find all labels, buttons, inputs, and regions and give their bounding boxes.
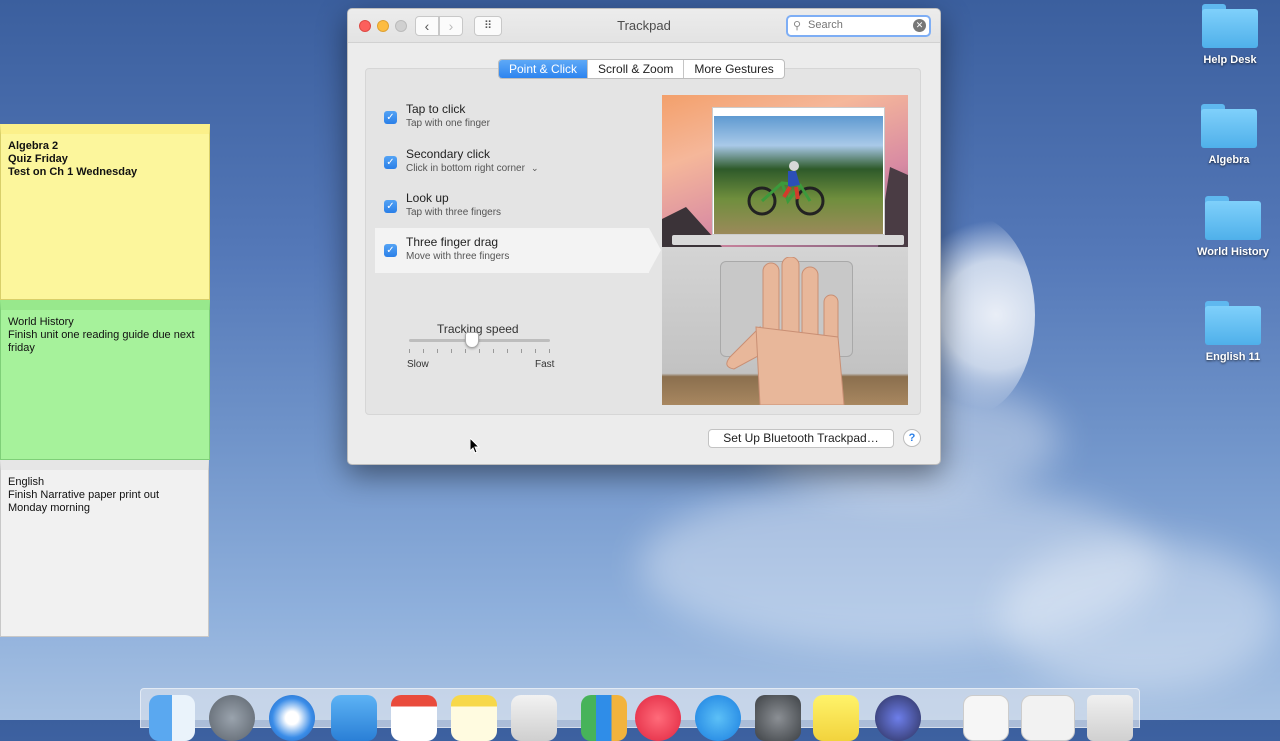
sticky-note-algebra[interactable]: Algebra 2 Quiz Friday Test on Ch 1 Wedne… [0, 124, 210, 300]
trackpad-window: ‹ › ⠿ Trackpad ⚲ ✕ ✓ Tap to click Tap wi… [347, 8, 941, 465]
mail-icon[interactable] [331, 695, 377, 741]
document-icon[interactable] [963, 695, 1009, 741]
setup-bluetooth-trackpad-button[interactable]: Set Up Bluetooth Trackpad… [708, 429, 894, 448]
note-text[interactable]: English Finish Narrative paper print out… [8, 476, 201, 515]
checkbox-tap-to-click[interactable]: ✓ [384, 111, 397, 124]
app-store-icon[interactable] [695, 695, 741, 741]
clear-icon[interactable]: ✕ [913, 19, 926, 32]
option-secondary-click[interactable]: ✓ Secondary click Click in bottom right … [375, 140, 649, 185]
option-label: Tap to click [406, 102, 466, 116]
stickies-icon[interactable] [813, 695, 859, 741]
option-label: Look up [406, 191, 449, 205]
checkbox-secondary-click[interactable]: ✓ [384, 156, 397, 169]
sticky-note-english[interactable]: English Finish Narrative paper print out… [0, 460, 209, 637]
tab-point-click[interactable]: Point & Click [499, 60, 588, 78]
folder-label: Algebra [1208, 154, 1250, 166]
search-input[interactable] [806, 18, 906, 32]
tab-more-gestures[interactable]: More Gestures [683, 60, 783, 78]
quicktime-icon[interactable] [875, 695, 921, 741]
launchpad-icon[interactable] [209, 695, 255, 741]
system-preferences-icon[interactable] [755, 695, 801, 741]
preview-trackpad-area [662, 247, 908, 405]
desktop-folder-help-desk[interactable]: Help Desk [1180, 4, 1280, 66]
search-icon: ⚲ [793, 20, 802, 32]
folder-icon [1205, 301, 1261, 345]
window-thumbnail-icon[interactable] [1021, 695, 1075, 741]
tracking-speed-slider[interactable] [409, 339, 550, 342]
desktop-folder-english-11[interactable]: English 11 [1183, 301, 1280, 363]
calendar-icon[interactable] [391, 695, 437, 741]
slider-ticks [409, 349, 550, 353]
folder-label: Help Desk [1203, 54, 1257, 66]
tab-scroll-zoom[interactable]: Scroll & Zoom [587, 60, 683, 78]
itunes-icon[interactable] [635, 695, 681, 741]
note-text[interactable]: World History Finish unit one reading gu… [8, 316, 202, 355]
desktop-folder-world-history[interactable]: World History [1183, 196, 1280, 258]
fast-label: Fast [535, 359, 555, 370]
titlebar[interactable]: ‹ › ⠿ Trackpad ⚲ ✕ [348, 9, 940, 43]
option-three-finger-drag[interactable]: ✓ Three finger drag Move with three fing… [375, 228, 661, 273]
cloud [1000, 540, 1280, 690]
option-subtitle: Click in bottom right corner [406, 163, 525, 174]
preview-app-icon[interactable] [511, 695, 557, 741]
gesture-preview-video [662, 95, 908, 405]
trash-icon[interactable] [1087, 695, 1133, 741]
help-button[interactable]: ? [903, 429, 921, 447]
settings-panel: ✓ Tap to click Tap with one finger ✓ Sec… [365, 68, 921, 415]
hand-icon [726, 257, 845, 405]
desktop-folder-algebra[interactable]: Algebra [1179, 104, 1279, 166]
secondary-click-dropdown[interactable]: Click in bottom right corner ⌄ [406, 163, 538, 174]
option-subtitle: Tap with one finger [406, 118, 490, 129]
mouse-cursor-icon [470, 438, 480, 454]
folder-icon [1202, 4, 1258, 48]
sticky-note-world-history[interactable]: World History Finish unit one reading gu… [0, 300, 210, 460]
bicycle-rider-image [747, 161, 825, 216]
numbers-icon[interactable] [581, 695, 627, 741]
option-label: Secondary click [406, 147, 491, 161]
option-look-up[interactable]: ✓ Look up Tap with three fingers [375, 184, 649, 229]
option-tap-to-click[interactable]: ✓ Tap to click Tap with one finger [375, 95, 649, 140]
search-field[interactable]: ⚲ ✕ [786, 15, 931, 37]
slider-thumb[interactable] [465, 332, 480, 348]
preview-desktop [662, 95, 908, 247]
folder-icon [1201, 104, 1257, 148]
tab-bar: Point & Click Scroll & Zoom More Gesture… [498, 59, 785, 79]
dock [140, 688, 1140, 741]
preview-window [712, 107, 885, 235]
finder-icon[interactable] [149, 695, 195, 741]
slow-label: Slow [407, 359, 429, 370]
option-subtitle: Move with three fingers [406, 251, 510, 262]
safari-icon[interactable] [269, 695, 315, 741]
folder-icon [1205, 196, 1261, 240]
checkbox-three-finger-drag[interactable]: ✓ [384, 244, 397, 257]
option-label: Three finger drag [406, 235, 499, 249]
folder-label: English 11 [1205, 351, 1261, 363]
notes-icon[interactable] [451, 695, 497, 741]
chevron-down-icon: ⌄ [530, 163, 539, 173]
option-subtitle: Tap with three fingers [406, 207, 502, 218]
preview-dock [672, 235, 904, 245]
note-text[interactable]: Algebra 2 Quiz Friday Test on Ch 1 Wedne… [8, 140, 202, 179]
checkbox-look-up[interactable]: ✓ [384, 200, 397, 213]
preview-photo [714, 116, 883, 234]
folder-label: World History [1197, 246, 1269, 258]
